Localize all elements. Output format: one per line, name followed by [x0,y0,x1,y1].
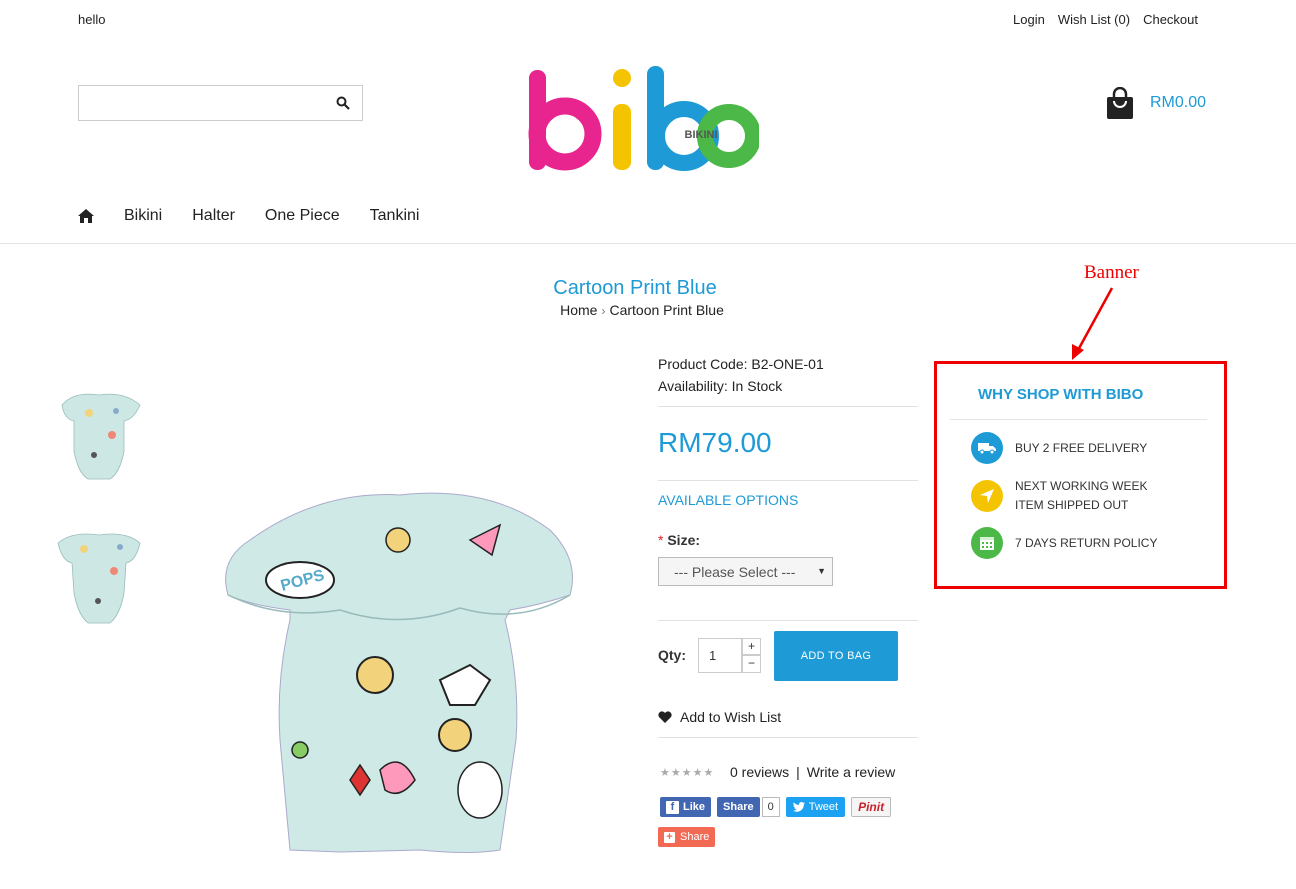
addthis-share-button[interactable]: + Share [658,827,716,847]
calendar-icon [971,527,1003,559]
qty-increment-button[interactable]: + [742,638,761,655]
why-item-text-line1: NEXT WORKING WEEK [1015,479,1148,493]
reviews-count-link[interactable]: 0 reviews [730,764,789,780]
facebook-like-label: Like [683,801,706,813]
tweet-button[interactable]: Tweet [785,797,846,817]
heart-icon [658,711,672,723]
size-label: * Size: [658,532,700,548]
qty-decrement-button[interactable]: − [742,655,761,673]
facebook-icon: f [666,800,679,814]
logo-sub-text: BIKINI [685,129,718,141]
breadcrumb-current[interactable]: Cartoon Print Blue [609,302,723,318]
availability: Availability: In Stock [658,378,783,394]
search-box [78,85,363,121]
send-arrow-icon [971,480,1003,512]
search-icon[interactable] [336,96,350,110]
nav-item-one-piece[interactable]: One Piece [265,207,340,225]
size-select-value: --- Please Select --- [674,563,796,580]
divider [950,419,1207,420]
addthis-share-label: Share [680,831,710,843]
truck-icon [971,432,1003,464]
plus-icon: + [664,831,675,843]
why-shop-title: WHY SHOP WITH BIBO [978,386,1144,403]
add-to-wishlist-link[interactable]: Add to Wish List [658,709,781,725]
search-input[interactable] [79,86,319,120]
star-icon: ★ [681,767,692,779]
shopping-bag-icon [1107,87,1133,119]
add-to-bag-button[interactable]: ADD TO BAG [774,631,898,681]
nav-divider [0,243,1296,244]
tweet-label: Tweet [808,801,839,813]
social-share-row: f Like Share 0 Tweet Pinit [660,797,892,817]
cart-widget[interactable]: RM0.00 [1106,87,1206,119]
write-review-link[interactable]: Write a review [807,764,895,780]
greeting-text: hello [78,12,106,27]
facebook-share-button[interactable]: Share [717,797,760,817]
facebook-like-button[interactable]: f Like [660,797,712,817]
star-icon: ★ [660,767,670,779]
required-marker: * [658,532,664,548]
reviews-row: 0 reviews | Write a review [730,764,895,780]
qty-input[interactable]: 1 [698,638,742,673]
divider [658,406,918,407]
star-icon: ★ [692,767,703,779]
why-item-returns: 7 DAYS RETURN POLICY [971,527,1157,559]
cart-total[interactable]: RM0.00 [1150,94,1206,112]
divider [658,620,918,621]
available-options-heading: AVAILABLE OPTIONS [658,492,799,508]
why-item-text: BUY 2 FREE DELIVERY [1015,441,1148,455]
star-icon: ★ [670,767,681,779]
product-thumbnail-back[interactable] [54,503,144,633]
star-icon: ★ [703,767,714,779]
twitter-bird-icon [792,802,805,812]
why-item-delivery: BUY 2 FREE DELIVERY [971,432,1147,464]
breadcrumb-home[interactable]: Home [560,302,597,318]
divider [658,737,918,738]
size-label-text: Size: [667,532,701,548]
nav-item-halter[interactable]: Halter [192,207,235,225]
rating-stars: ★ ★ ★ ★ ★ [660,766,713,779]
facebook-share-count: 0 [761,797,780,817]
divider [658,480,918,481]
wishlist-link[interactable]: Wish List (0) [1058,12,1130,27]
pinterest-pinit-button[interactable]: Pinit [851,797,892,817]
login-link[interactable]: Login [1013,12,1045,27]
why-item-text: 7 DAYS RETURN POLICY [1015,536,1158,550]
dropdown-arrow-icon: ▼ [817,566,826,576]
annotation-label: Banner [1084,262,1139,283]
qty-label: Qty: [658,647,686,663]
top-links: Login Wish List (0) Checkout [1013,12,1198,27]
main-nav: Bikini Halter One Piece Tankini [78,207,419,225]
site-logo[interactable]: BIKINI [527,66,759,176]
home-icon[interactable] [78,209,94,223]
reviews-separator: | [796,764,800,780]
product-price: RM79.00 [658,427,772,458]
checkout-link[interactable]: Checkout [1143,12,1198,27]
nav-item-tankini[interactable]: Tankini [370,207,420,225]
why-item-text-line2: ITEM SHIPPED OUT [1015,498,1129,512]
annotation-arrow-icon [1072,287,1114,360]
size-select[interactable]: --- Please Select --- ▼ [658,557,833,586]
product-main-image[interactable]: POPS [220,480,585,865]
product-thumbnail-front[interactable] [54,363,144,493]
why-item-shipping: NEXT WORKING WEEK ITEM SHIPPED OUT [971,477,1147,515]
wishlist-label: Add to Wish List [680,709,782,725]
nav-item-bikini[interactable]: Bikini [124,207,162,225]
product-code: Product Code: B2-ONE-01 [658,356,824,372]
breadcrumb-separator-icon: › [601,304,606,318]
